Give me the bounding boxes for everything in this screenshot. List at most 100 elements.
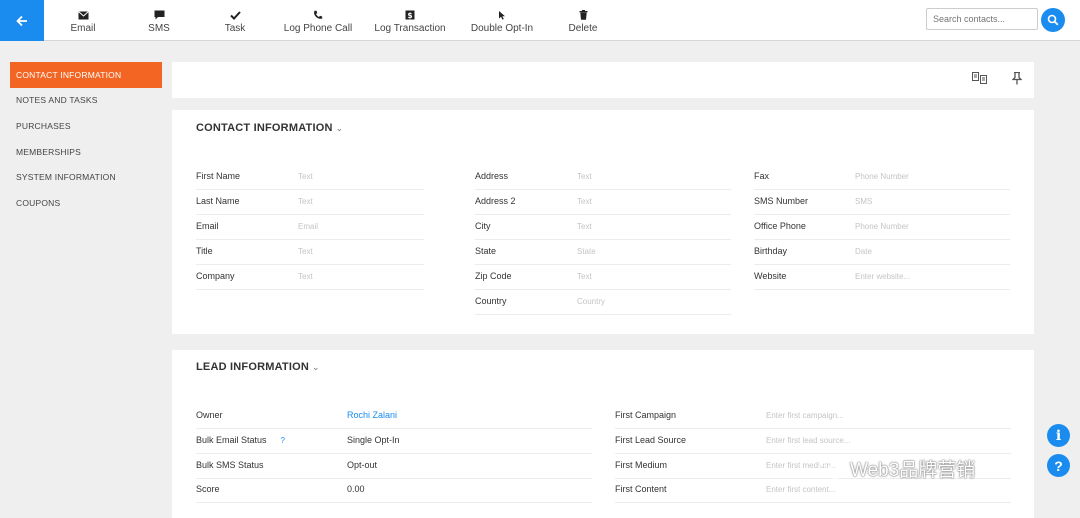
nav-coupons[interactable]: COUPONS: [10, 190, 162, 216]
columns-icon[interactable]: [972, 72, 988, 87]
email-button[interactable]: Email: [66, 4, 100, 34]
field-label: Fax: [754, 171, 770, 181]
field-row: Country Country: [475, 290, 731, 315]
chat-bubble-icon: [154, 4, 165, 20]
first-lead-source-input[interactable]: Enter first lead source...: [766, 436, 850, 445]
field-label: Title: [196, 246, 213, 256]
log-phone-call-label: Log Phone Call: [283, 23, 353, 34]
address-input[interactable]: Text: [577, 172, 592, 181]
field-label: Zip Code: [475, 271, 512, 281]
field-label: Website: [754, 271, 787, 281]
task-button[interactable]: Task: [222, 4, 248, 34]
field-label: Office Phone: [754, 221, 806, 231]
contact-information-panel: CONTACT INFORMATION ⌄ First Name Text Last…: [172, 110, 1034, 334]
field-label: Company: [196, 271, 235, 281]
field-row: Score 0.00: [196, 478, 592, 503]
dollar-icon: $: [405, 4, 415, 20]
contact-information-heading[interactable]: CONTACT INFORMATION ⌄: [196, 122, 343, 134]
owner-link[interactable]: Rochi Zalani: [347, 410, 397, 420]
field-row: Zip Code Text: [475, 265, 731, 290]
field-row: Company Text: [196, 265, 424, 290]
contact-information-title: CONTACT INFORMATION: [196, 122, 333, 134]
field-row: Bulk Email Status? Single Opt-In: [196, 429, 592, 454]
chevron-down-icon: ⌄: [335, 123, 344, 133]
field-row: Email Email: [196, 215, 424, 240]
nav-notes-and-tasks[interactable]: NOTES AND TASKS: [10, 88, 162, 114]
first-campaign-input[interactable]: Enter first campaign...: [766, 411, 844, 420]
field-row: SMS Number SMS: [754, 190, 1010, 215]
delete-button[interactable]: Delete: [566, 4, 600, 34]
field-row: City Text: [475, 215, 731, 240]
info-icon: i: [1055, 427, 1062, 444]
chevron-down-icon: ⌄: [312, 362, 320, 372]
bulk-email-status-value[interactable]: Single Opt-In: [347, 435, 400, 445]
field-row: First Campaign Enter first campaign...: [615, 404, 1011, 429]
sms-number-input[interactable]: SMS: [855, 197, 872, 206]
field-row: State State: [475, 240, 731, 265]
city-input[interactable]: Text: [577, 222, 592, 231]
last-name-input[interactable]: Text: [298, 197, 313, 206]
log-phone-call-button[interactable]: Log Phone Call: [282, 4, 354, 34]
field-label: First Campaign: [615, 410, 677, 420]
checkmark-icon: [229, 4, 241, 20]
field-label: First Medium: [615, 460, 668, 470]
watermark: Web3品牌营销: [818, 455, 975, 482]
lead-information-panel: LEAD INFORMATION ⌄ Owner Rochi Zalani Bulk…: [172, 350, 1034, 518]
company-input[interactable]: Text: [298, 272, 313, 281]
field-label: Score: [196, 484, 220, 494]
back-button[interactable]: [0, 0, 44, 41]
field-label: Email: [196, 221, 219, 231]
nav-contact-information[interactable]: CONTACT INFORMATION: [10, 62, 162, 88]
first-content-input[interactable]: Enter first content...: [766, 485, 835, 494]
sms-label: SMS: [148, 23, 170, 34]
zip-code-input[interactable]: Text: [577, 272, 592, 281]
search-icon: [1047, 14, 1059, 26]
field-row: Office Phone Phone Number: [754, 215, 1010, 240]
help-button[interactable]: ?: [1047, 454, 1070, 477]
arrow-left-icon: [16, 15, 27, 26]
birthday-input[interactable]: Date: [855, 247, 872, 256]
help-icon[interactable]: ?: [281, 436, 285, 445]
field-row: Website Enter website...: [754, 265, 1010, 290]
lead-information-heading[interactable]: LEAD INFORMATION ⌄: [196, 361, 320, 373]
log-transaction-label: Log Transaction: [374, 23, 446, 34]
phone-icon: [313, 4, 323, 20]
watermark-text: Web3品牌营销: [850, 460, 976, 481]
pin-icon[interactable]: [1011, 71, 1023, 88]
field-label: First Name: [196, 171, 241, 181]
double-opt-in-label: Double Opt-In: [470, 23, 534, 34]
field-row: First Name Text: [196, 165, 424, 190]
field-row: Title Text: [196, 240, 424, 265]
top-toolbar: Email SMS Task Log Phone Call $ Log Tran…: [0, 0, 1080, 41]
fax-input[interactable]: Phone Number: [855, 172, 909, 181]
score-value: 0.00: [347, 484, 365, 494]
nav-system-information[interactable]: SYSTEM INFORMATION: [10, 164, 162, 190]
field-label: Country: [475, 296, 507, 306]
bulk-sms-status-value[interactable]: Opt-out: [347, 460, 377, 470]
field-row: Address Text: [475, 165, 731, 190]
title-input[interactable]: Text: [298, 247, 313, 256]
state-select[interactable]: State: [577, 247, 596, 256]
cursor-click-icon: [497, 4, 507, 20]
office-phone-input[interactable]: Phone Number: [855, 222, 909, 231]
email-input[interactable]: Email: [298, 222, 318, 231]
nav-memberships[interactable]: MEMBERSHIPS: [10, 139, 162, 165]
search-button[interactable]: [1041, 8, 1065, 32]
wechat-icon: [818, 458, 844, 479]
field-label: State: [475, 246, 497, 256]
field-row: Bulk SMS Status Opt-out: [196, 454, 592, 479]
sms-button[interactable]: SMS: [146, 4, 172, 34]
first-name-input[interactable]: Text: [298, 172, 313, 181]
task-label: Task: [224, 23, 246, 34]
section-nav: CONTACT INFORMATION NOTES AND TASKS PURC…: [10, 62, 162, 216]
address-2-input[interactable]: Text: [577, 197, 592, 206]
email-label: Email: [70, 23, 96, 34]
website-input[interactable]: Enter website...: [855, 272, 910, 281]
nav-purchases[interactable]: PURCHASES: [10, 113, 162, 139]
search-box: [926, 8, 1038, 30]
country-select[interactable]: Country: [577, 297, 605, 306]
log-transaction-button[interactable]: $ Log Transaction: [372, 4, 448, 34]
search-input[interactable]: [927, 9, 1037, 29]
double-opt-in-button[interactable]: Double Opt-In: [467, 4, 537, 34]
info-button[interactable]: i: [1047, 424, 1070, 447]
